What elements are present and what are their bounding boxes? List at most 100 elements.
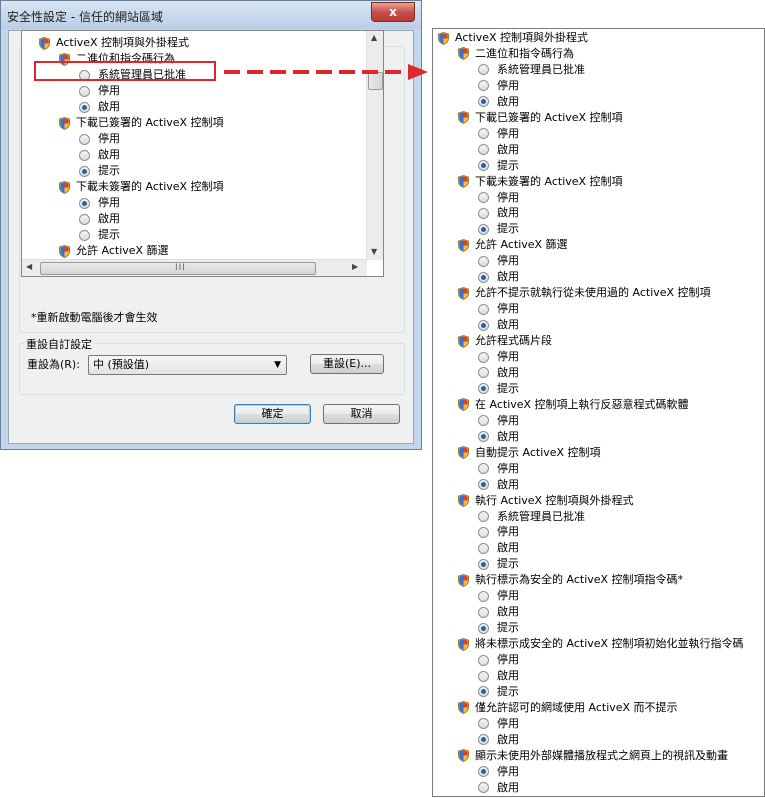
option-row[interactable]: 提示 — [478, 684, 519, 700]
setting-row[interactable]: 允許 ActiveX 篩選 — [59, 243, 169, 259]
option-row[interactable]: 停用 — [478, 349, 519, 365]
radio-selected-icon[interactable] — [478, 383, 489, 395]
setting-row[interactable]: 下載未簽署的 ActiveX 控制項 — [458, 174, 623, 190]
option-row[interactable]: 停用 — [478, 652, 519, 668]
radio-icon[interactable] — [478, 542, 489, 554]
horizontal-scroll-thumb[interactable]: III — [40, 262, 316, 275]
radio-selected-icon[interactable] — [79, 197, 90, 209]
radio-selected-icon[interactable] — [478, 271, 489, 283]
option-row[interactable]: 啟用 — [478, 732, 519, 748]
scroll-left-icon[interactable]: ◀ — [26, 262, 32, 271]
radio-selected-icon[interactable] — [478, 479, 489, 491]
radio-icon[interactable] — [478, 144, 489, 156]
radio-icon[interactable] — [478, 782, 489, 794]
option-row[interactable]: 系統管理員已批准 — [478, 62, 585, 78]
cancel-button[interactable]: 取消 — [323, 404, 400, 424]
option-row[interactable]: 啟用 — [478, 94, 519, 110]
radio-selected-icon[interactable] — [478, 558, 489, 570]
option-row[interactable]: 停用 — [478, 253, 519, 269]
reset-button[interactable]: 重設(E)... — [310, 354, 384, 374]
setting-row[interactable]: 自動提示 ActiveX 控制項 — [458, 445, 601, 461]
setting-row[interactable]: 二進位和指令碼行為 — [458, 46, 574, 62]
option-row[interactable]: 停用 — [79, 195, 120, 211]
category-row[interactable]: ActiveX 控制項與外掛程式 — [438, 30, 588, 46]
option-row[interactable]: 啟用 — [478, 142, 519, 158]
setting-row[interactable]: 在 ActiveX 控制項上執行反惡意程式碼軟體 — [458, 397, 689, 413]
radio-icon[interactable] — [478, 511, 489, 522]
option-row[interactable]: 啟用 — [478, 429, 519, 445]
scroll-down-icon[interactable]: ▼ — [371, 247, 377, 256]
setting-row[interactable]: 允許 ActiveX 篩選 — [458, 237, 568, 253]
radio-selected-icon[interactable] — [478, 160, 489, 172]
option-row[interactable]: 啟用 — [478, 365, 519, 381]
option-row[interactable]: 啟用 — [478, 477, 519, 493]
radio-icon[interactable] — [478, 463, 489, 475]
option-row[interactable]: 停用 — [79, 131, 120, 147]
radio-icon[interactable] — [478, 351, 489, 363]
option-row[interactable]: 啟用 — [478, 269, 519, 285]
scroll-up-icon[interactable]: ▲ — [371, 33, 377, 42]
radio-icon[interactable] — [478, 255, 489, 267]
setting-row[interactable]: 將未標示成安全的 ActiveX 控制項初始化並執行指令碼 — [458, 636, 744, 652]
radio-selected-icon[interactable] — [478, 319, 489, 331]
radio-icon[interactable] — [478, 654, 489, 666]
option-row[interactable]: 提示 — [79, 163, 120, 179]
option-row[interactable]: 提示 — [478, 556, 519, 572]
option-row[interactable]: 提示 — [478, 381, 519, 397]
radio-selected-icon[interactable] — [79, 101, 90, 113]
radio-selected-icon[interactable] — [478, 766, 489, 778]
radio-icon[interactable] — [478, 80, 489, 92]
option-row[interactable]: 停用 — [478, 716, 519, 732]
option-row[interactable]: 停用 — [478, 126, 519, 142]
option-row[interactable]: 啟用 — [478, 205, 519, 221]
radio-icon[interactable] — [478, 590, 489, 602]
setting-row[interactable]: 僅允許認可的網域使用 ActiveX 而不提示 — [458, 700, 678, 716]
radio-icon[interactable] — [79, 229, 90, 241]
horizontal-scrollbar[interactable]: ◀ III ▶ — [22, 259, 367, 276]
option-row[interactable]: 停用 — [478, 461, 519, 477]
reset-level-select[interactable]: 中 (預設值) ▼ — [88, 355, 287, 375]
radio-selected-icon[interactable] — [478, 431, 489, 443]
radio-icon[interactable] — [478, 192, 489, 203]
option-row[interactable]: 停用 — [79, 83, 120, 99]
radio-icon[interactable] — [478, 367, 489, 379]
radio-icon[interactable] — [478, 303, 489, 315]
close-button[interactable]: x — [371, 2, 415, 22]
radio-selected-icon[interactable] — [478, 686, 489, 698]
option-row[interactable]: 系統管理員已批准 — [478, 509, 585, 525]
radio-icon[interactable] — [478, 670, 489, 682]
option-row[interactable]: 提示 — [79, 227, 120, 243]
option-row[interactable]: 停用 — [478, 301, 519, 317]
option-row[interactable]: 停用 — [478, 524, 519, 540]
option-row[interactable]: 停用 — [478, 190, 519, 206]
radio-icon[interactable] — [478, 128, 489, 140]
radio-icon[interactable] — [79, 149, 90, 161]
option-row[interactable]: 停用 — [478, 764, 519, 780]
title-bar[interactable]: 安全性設定 - 信任的網站區域 x — [1, 1, 421, 29]
radio-selected-icon[interactable] — [478, 622, 489, 634]
radio-selected-icon[interactable] — [478, 96, 489, 108]
setting-row[interactable]: 允許不提示就執行從未使用過的 ActiveX 控制項 — [458, 285, 711, 301]
radio-icon[interactable] — [478, 526, 489, 538]
option-row[interactable]: 停用 — [478, 588, 519, 604]
setting-row[interactable]: 下載已簽署的 ActiveX 控制項 — [458, 110, 623, 126]
option-row[interactable]: 啟用 — [478, 604, 519, 620]
option-row[interactable]: 提示 — [478, 620, 519, 636]
radio-icon[interactable] — [478, 64, 489, 76]
setting-row[interactable]: 顯示未使用外部媒體播放程式之網頁上的視訊及動畫 — [458, 748, 728, 764]
radio-selected-icon[interactable] — [478, 734, 489, 746]
option-row[interactable]: 停用 — [478, 78, 519, 94]
setting-row[interactable]: 允許程式碼片段 — [458, 333, 552, 349]
option-row[interactable]: 提示 — [478, 158, 519, 174]
setting-row[interactable]: 執行標示為安全的 ActiveX 控制項指令碼* — [458, 572, 683, 588]
option-row[interactable]: 啟用 — [478, 780, 519, 796]
radio-icon[interactable] — [79, 213, 90, 225]
option-row[interactable]: 啟用 — [478, 668, 519, 684]
option-row[interactable]: 啟用 — [478, 540, 519, 556]
ok-button[interactable]: 確定 — [234, 404, 311, 424]
radio-icon[interactable] — [478, 207, 489, 219]
option-row[interactable]: 啟用 — [79, 99, 120, 115]
setting-row[interactable]: 下載未簽署的 ActiveX 控制項 — [59, 179, 224, 195]
radio-icon[interactable] — [79, 133, 90, 145]
option-row[interactable]: 啟用 — [79, 147, 120, 163]
